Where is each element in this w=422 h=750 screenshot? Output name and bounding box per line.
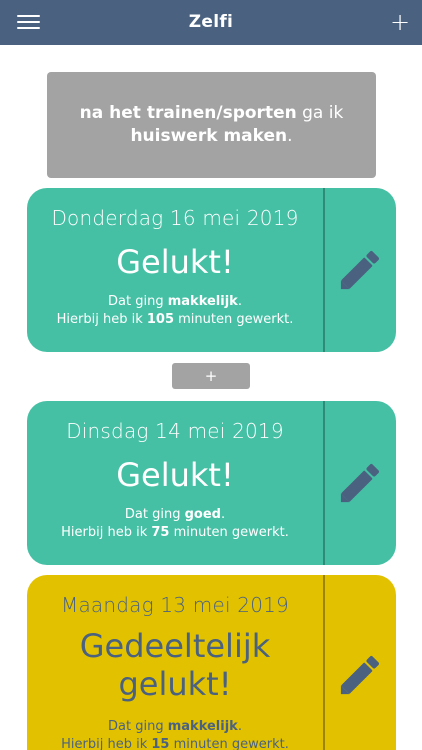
entry-result-line: Gedeeltelijk [79, 627, 271, 665]
entry-description: Dat ging goed. Hierbij heb ik 75 minuten… [27, 506, 323, 542]
goal-text: na het trainen/sporten ga ik huiswerk ma… [80, 102, 344, 148]
entry-body: Maandag 13 mei 2019 Gedeeltelijk gelukt!… [27, 575, 323, 750]
entry-card[interactable]: Maandag 13 mei 2019 Gedeeltelijk gelukt!… [27, 575, 396, 750]
entry-body: Dinsdag 14 mei 2019 Gelukt! Dat ging goe… [27, 401, 323, 565]
desc-text: Hierbij heb ik [61, 737, 152, 750]
app-title: Zelfi [188, 12, 234, 32]
goal-trigger: na het trainen/sporten [79, 103, 297, 123]
entry-minutes: 75 [151, 525, 170, 540]
desc-text: Dat ging [124, 507, 185, 522]
desc-text: minuten gewerkt. [174, 312, 294, 327]
edit-button[interactable] [324, 188, 396, 352]
goal-action: huiswerk maken [130, 126, 288, 146]
entry-card[interactable]: Dinsdag 14 mei 2019 Gelukt! Dat ging goe… [27, 401, 396, 565]
top-bar: Zelfi + [0, 0, 422, 45]
goal-connector: ga ik [296, 103, 344, 123]
desc-text: Dat ging [108, 294, 168, 309]
edit-button[interactable] [324, 575, 396, 750]
entry-ease: makkelijk [167, 294, 238, 309]
entry-body: Donderdag 16 mei 2019 Gelukt! Dat ging m… [27, 188, 323, 352]
entry-result: Gelukt! [116, 456, 234, 494]
entry-minutes: 105 [146, 312, 175, 327]
pencil-icon [340, 251, 379, 290]
desc-text: Hierbij heb ik [61, 525, 152, 540]
entry-date: Donderdag 16 mei 2019 [51, 206, 299, 230]
desc-text: minuten gewerkt. [169, 525, 289, 540]
desc-text: minuten gewerkt. [169, 737, 289, 750]
edit-button[interactable] [324, 401, 396, 565]
insert-entry-button[interactable]: + [172, 363, 250, 389]
goal-statement[interactable]: na het trainen/sporten ga ik huiswerk ma… [47, 72, 376, 178]
entry-minutes: 15 [151, 737, 170, 750]
entry-result-line: gelukt! [118, 665, 232, 703]
goal-end: . [287, 126, 293, 146]
desc-text: . [237, 294, 242, 309]
entry-card[interactable]: Donderdag 16 mei 2019 Gelukt! Dat ging m… [27, 188, 396, 352]
entry-date: Dinsdag 14 mei 2019 [66, 419, 284, 443]
desc-text: . [237, 719, 242, 734]
entry-result: Gedeeltelijk gelukt! [27, 627, 323, 703]
desc-text: Dat ging [108, 719, 168, 734]
desc-text: . [220, 507, 226, 522]
entry-result: Gelukt! [116, 243, 234, 281]
desc-text: Hierbij heb ik [56, 312, 147, 327]
add-icon[interactable]: + [388, 8, 412, 36]
pencil-icon [340, 464, 379, 503]
entry-ease: makkelijk [167, 719, 238, 734]
entry-description: Dat ging makkelijk. Hierbij heb ik 105 m… [27, 293, 323, 329]
entry-date: Maandag 13 mei 2019 [61, 593, 289, 617]
entry-ease: goed [184, 507, 221, 522]
pencil-icon [340, 656, 379, 695]
entry-description: Dat ging makkelijk. Hierbij heb ik 15 mi… [27, 718, 323, 750]
